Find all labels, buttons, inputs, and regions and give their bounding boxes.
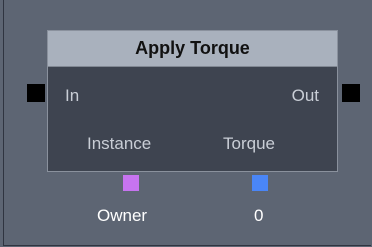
instance-param-value[interactable]: Owner xyxy=(97,206,147,226)
node-title[interactable]: Apply Torque xyxy=(48,31,337,67)
torque-param-value[interactable]: 0 xyxy=(254,206,263,226)
instance-param-label: Instance xyxy=(87,134,152,153)
exec-input-label: In xyxy=(65,86,80,105)
exec-output-pin[interactable] xyxy=(342,84,360,102)
exec-input-pin[interactable] xyxy=(27,84,45,102)
instance-param-pin[interactable] xyxy=(123,175,139,191)
exec-output-label: Out xyxy=(291,86,319,105)
torque-param-pin[interactable] xyxy=(252,175,268,191)
apply-torque-node[interactable]: Apply Torque In Out Instance Torque xyxy=(47,30,338,172)
torque-param-label: Torque xyxy=(223,134,275,153)
